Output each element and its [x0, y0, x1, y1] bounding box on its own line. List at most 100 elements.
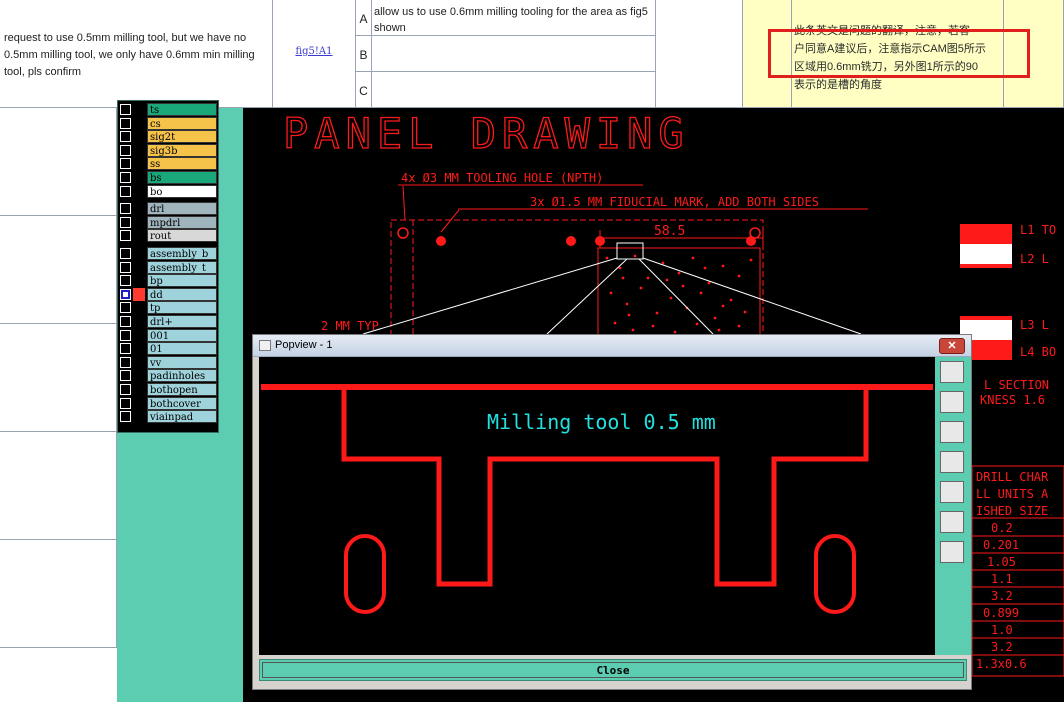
layer-row[interactable]: cs	[118, 116, 219, 130]
layer-name[interactable]: viainpad	[147, 410, 217, 424]
layer-checkbox[interactable]	[120, 185, 131, 197]
layer-checkbox[interactable]	[120, 203, 131, 215]
layer-checkbox[interactable]	[120, 288, 131, 300]
layer-name[interactable]: sig3b	[147, 143, 217, 157]
layer-checkbox[interactable]	[120, 216, 131, 228]
option-a-text[interactable]: allow us to use 0.6mm milling tooling fo…	[372, 0, 656, 36]
layer-row[interactable]: padinholes	[118, 369, 219, 383]
layer-name[interactable]: vv	[147, 355, 217, 369]
layer-label-l3: L3 L	[1020, 318, 1049, 332]
layer-checkbox[interactable]	[120, 248, 131, 259]
grid-cell[interactable]	[0, 540, 117, 648]
layer-name[interactable]: drl	[147, 202, 217, 216]
popview-titlebar[interactable]: Popview - 1 ✕	[253, 335, 971, 357]
pan-up-icon[interactable]	[940, 391, 964, 413]
zoom-window-icon[interactable]	[940, 361, 964, 383]
layer-row[interactable]: sig3b	[118, 143, 219, 157]
layer-name[interactable]: ts	[147, 103, 217, 116]
grid-cell[interactable]	[0, 432, 117, 540]
layer-row[interactable]: ts	[118, 103, 219, 116]
fig-reference-link[interactable]: fig5!A1	[273, 0, 356, 108]
layer-name[interactable]: 001	[147, 328, 217, 342]
layer-checkbox[interactable]	[120, 172, 131, 183]
pan-right-icon[interactable]	[940, 481, 964, 503]
layer-name[interactable]: padinholes	[147, 369, 217, 383]
layer-checkbox[interactable]	[120, 411, 131, 423]
layer-list[interactable]: ts cs sig2t sig3b ss bs bo drl mpdrl rout assembly…	[117, 100, 219, 433]
layer-checkbox[interactable]	[120, 356, 131, 368]
request-cell[interactable]: request to use 0.5mm milling tool, but w…	[0, 0, 273, 108]
zoom-out-icon[interactable]	[940, 541, 964, 563]
layer-name[interactable]: assembly_t	[147, 260, 217, 274]
layer-name[interactable]: bp	[147, 274, 217, 288]
layer-name[interactable]: cs	[147, 116, 217, 130]
layer-swatch	[133, 143, 145, 157]
grid-cell[interactable]	[0, 324, 117, 432]
layer-name[interactable]: tp	[147, 301, 217, 315]
layer-row[interactable]: bs	[118, 171, 219, 184]
layer-name[interactable]: ss	[147, 157, 217, 171]
close-button[interactable]: Close	[262, 662, 964, 678]
layer-row[interactable]: 001	[118, 328, 219, 342]
layer-row[interactable]: bp	[118, 274, 219, 288]
popview-canvas[interactable]: Milling tool 0.5 mm	[259, 357, 935, 655]
popview-window[interactable]: Popview - 1 ✕ Milling tool 0.5 mm Close	[252, 334, 972, 690]
pan-left-icon[interactable]	[940, 451, 964, 473]
layer-row[interactable]: assembly_b	[118, 247, 219, 260]
layer-name[interactable]: bothcover	[147, 396, 217, 410]
option-b-text[interactable]	[372, 36, 656, 72]
layer-row[interactable]: bo	[118, 184, 219, 198]
layer-row[interactable]: tp	[118, 301, 219, 315]
layer-name[interactable]: bo	[147, 184, 217, 198]
layer-name[interactable]: assembly_b	[147, 247, 217, 260]
layer-name[interactable]: sig2t	[147, 130, 217, 144]
close-icon[interactable]: ✕	[939, 338, 965, 354]
layer-checkbox[interactable]	[120, 104, 131, 115]
grid-cell[interactable]	[0, 216, 117, 324]
layer-checkbox[interactable]	[120, 370, 131, 382]
layer-row[interactable]: assembly_t	[118, 260, 219, 274]
option-c-text[interactable]	[372, 72, 656, 108]
layer-checkbox[interactable]	[120, 329, 131, 341]
layer-name[interactable]: rout	[147, 229, 217, 243]
layer-name[interactable]: dd	[147, 287, 217, 301]
layer-row[interactable]: bothopen	[118, 383, 219, 396]
layer-row[interactable]: drl+	[118, 315, 219, 328]
app-icon	[259, 340, 271, 351]
grid-cell[interactable]	[0, 108, 117, 216]
layer-name[interactable]: 01	[147, 342, 217, 356]
layer-checkbox[interactable]	[120, 343, 131, 355]
drill-size-2: 0.201	[983, 538, 1019, 552]
layer-checkbox[interactable]	[120, 275, 131, 287]
layer-name[interactable]: mpdrl	[147, 215, 217, 229]
layer-name[interactable]: drl+	[147, 315, 217, 328]
layer-checkbox[interactable]	[120, 261, 131, 273]
layer-row[interactable]: ss	[118, 157, 219, 171]
layer-checkbox[interactable]	[120, 230, 131, 242]
layer-row[interactable]: viainpad	[118, 410, 219, 424]
layer-row[interactable]: 01	[118, 342, 219, 356]
layer-row[interactable]: sig2t	[118, 130, 219, 144]
layer-checkbox[interactable]	[120, 117, 131, 129]
layer-checkbox[interactable]	[120, 397, 131, 409]
thickness-label: KNESS 1.6	[980, 393, 1045, 407]
layer-row[interactable]: mpdrl	[118, 215, 219, 229]
layer-swatch	[133, 157, 145, 171]
layer-row[interactable]: vv	[118, 355, 219, 369]
layer-checkbox[interactable]	[120, 144, 131, 156]
layer-row[interactable]: dd	[118, 287, 219, 301]
layer-checkbox[interactable]	[120, 302, 131, 314]
zoom-in-icon[interactable]	[940, 511, 964, 533]
layer-label-l1: L1 TO	[1020, 223, 1056, 237]
layer-checkbox[interactable]	[120, 316, 131, 327]
blank-cell[interactable]	[656, 0, 743, 108]
layer-checkbox[interactable]	[120, 158, 131, 170]
layer-row[interactable]: rout	[118, 229, 219, 243]
layer-checkbox[interactable]	[120, 131, 131, 143]
layer-name[interactable]: bs	[147, 171, 217, 184]
layer-row[interactable]: bothcover	[118, 396, 219, 410]
layer-row[interactable]: drl	[118, 202, 219, 216]
layer-checkbox[interactable]	[120, 384, 131, 395]
pan-down-icon[interactable]	[940, 421, 964, 443]
layer-name[interactable]: bothopen	[147, 383, 217, 396]
